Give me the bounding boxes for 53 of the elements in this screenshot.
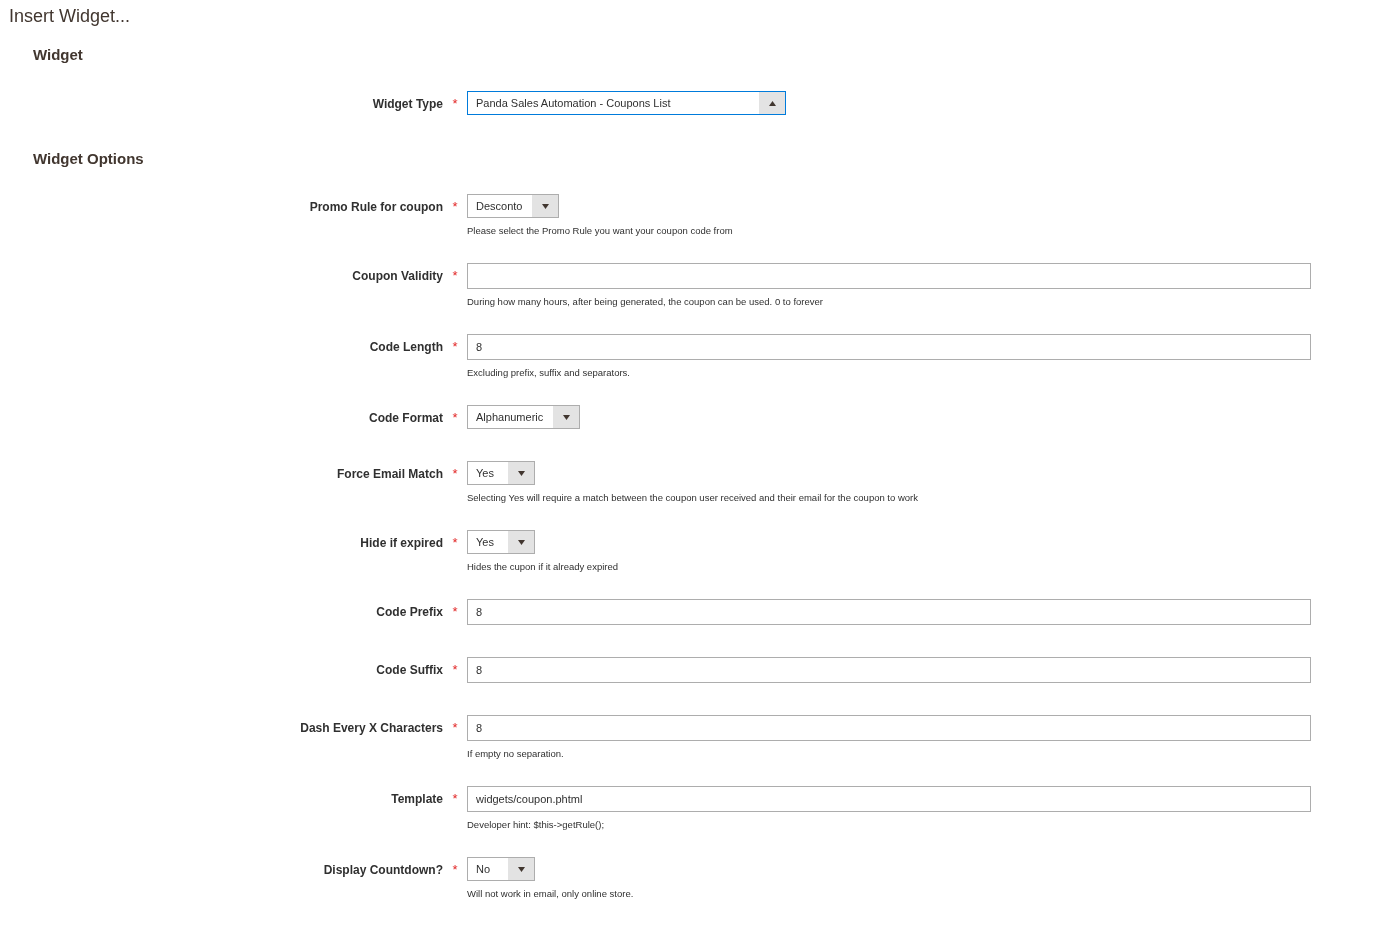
text-input[interactable]: 8	[467, 599, 1311, 625]
field-label: Promo Rule for coupon	[309, 199, 443, 215]
field-label: Widget Type	[372, 96, 443, 112]
field-hint: Developer hint: $this->getRule();	[467, 818, 605, 832]
required-mark: *	[452, 661, 458, 679]
field-label: Force Email Match	[336, 466, 443, 482]
caret-down-icon	[517, 539, 525, 545]
required-mark: *	[452, 409, 458, 427]
required-mark: *	[452, 790, 458, 808]
dialog-title: Insert Widget...	[9, 6, 131, 26]
required-mark: *	[452, 719, 458, 737]
required-mark: *	[452, 534, 458, 552]
field-hint: Will not work in email, only online store.	[467, 887, 634, 901]
select-dropdown[interactable]: Panda Sales Automation - Coupons List	[467, 91, 786, 115]
required-mark: *	[452, 465, 458, 483]
select-dropdown[interactable]: Desconto	[467, 194, 560, 218]
section-heading: Widget Options	[33, 150, 144, 167]
field-hint: Selecting Yes will require a match between the coupon user received and their email for the coupon to work	[467, 491, 918, 505]
required-mark: *	[452, 95, 458, 113]
select-dropdown[interactable]: Yes	[467, 461, 535, 485]
field-label: Template	[391, 791, 443, 807]
caret-down-icon	[517, 866, 525, 872]
field-label: Code Suffix	[376, 662, 443, 678]
text-input[interactable]: widgets/coupon.phtml	[467, 786, 1311, 812]
required-mark: *	[452, 198, 458, 216]
field-label: Dash Every X Characters	[300, 720, 443, 736]
field-hint: Excluding prefix, suffix and separators.	[467, 366, 630, 380]
field-label: Coupon Validity	[352, 268, 443, 284]
caret-down-icon	[542, 203, 549, 209]
select-dropdown[interactable]: Alphanumeric	[467, 405, 581, 429]
section-heading: Widget	[33, 46, 83, 63]
field-hint: If empty no separation.	[467, 747, 564, 761]
text-input[interactable]: 8	[467, 715, 1311, 741]
required-mark: *	[452, 267, 458, 285]
field-hint: Hides the cupon if it already expired	[467, 560, 619, 574]
text-input[interactable]: 8	[467, 334, 1311, 360]
required-mark: *	[452, 338, 458, 356]
field-label: Display Countdown?	[323, 862, 443, 878]
field-hint: Please select the Promo Rule you want your coupon code from	[467, 224, 733, 238]
field-label: Code Format	[369, 410, 443, 426]
select-dropdown[interactable]: No	[467, 857, 535, 881]
field-hint: During how many hours, after being generated, the coupon can be used. 0 to forever	[467, 295, 823, 309]
caret-down-icon	[562, 414, 570, 420]
caret-up-icon	[768, 100, 776, 106]
field-label: Code Prefix	[376, 604, 443, 620]
text-input[interactable]	[467, 263, 1311, 289]
required-mark: *	[452, 861, 458, 879]
select-dropdown[interactable]: Yes	[467, 530, 535, 554]
required-mark: *	[452, 603, 458, 621]
text-input[interactable]: 8	[467, 657, 1311, 683]
field-label: Hide if expired	[360, 535, 443, 551]
field-label: Code Length	[369, 339, 443, 355]
caret-down-icon	[517, 470, 525, 476]
